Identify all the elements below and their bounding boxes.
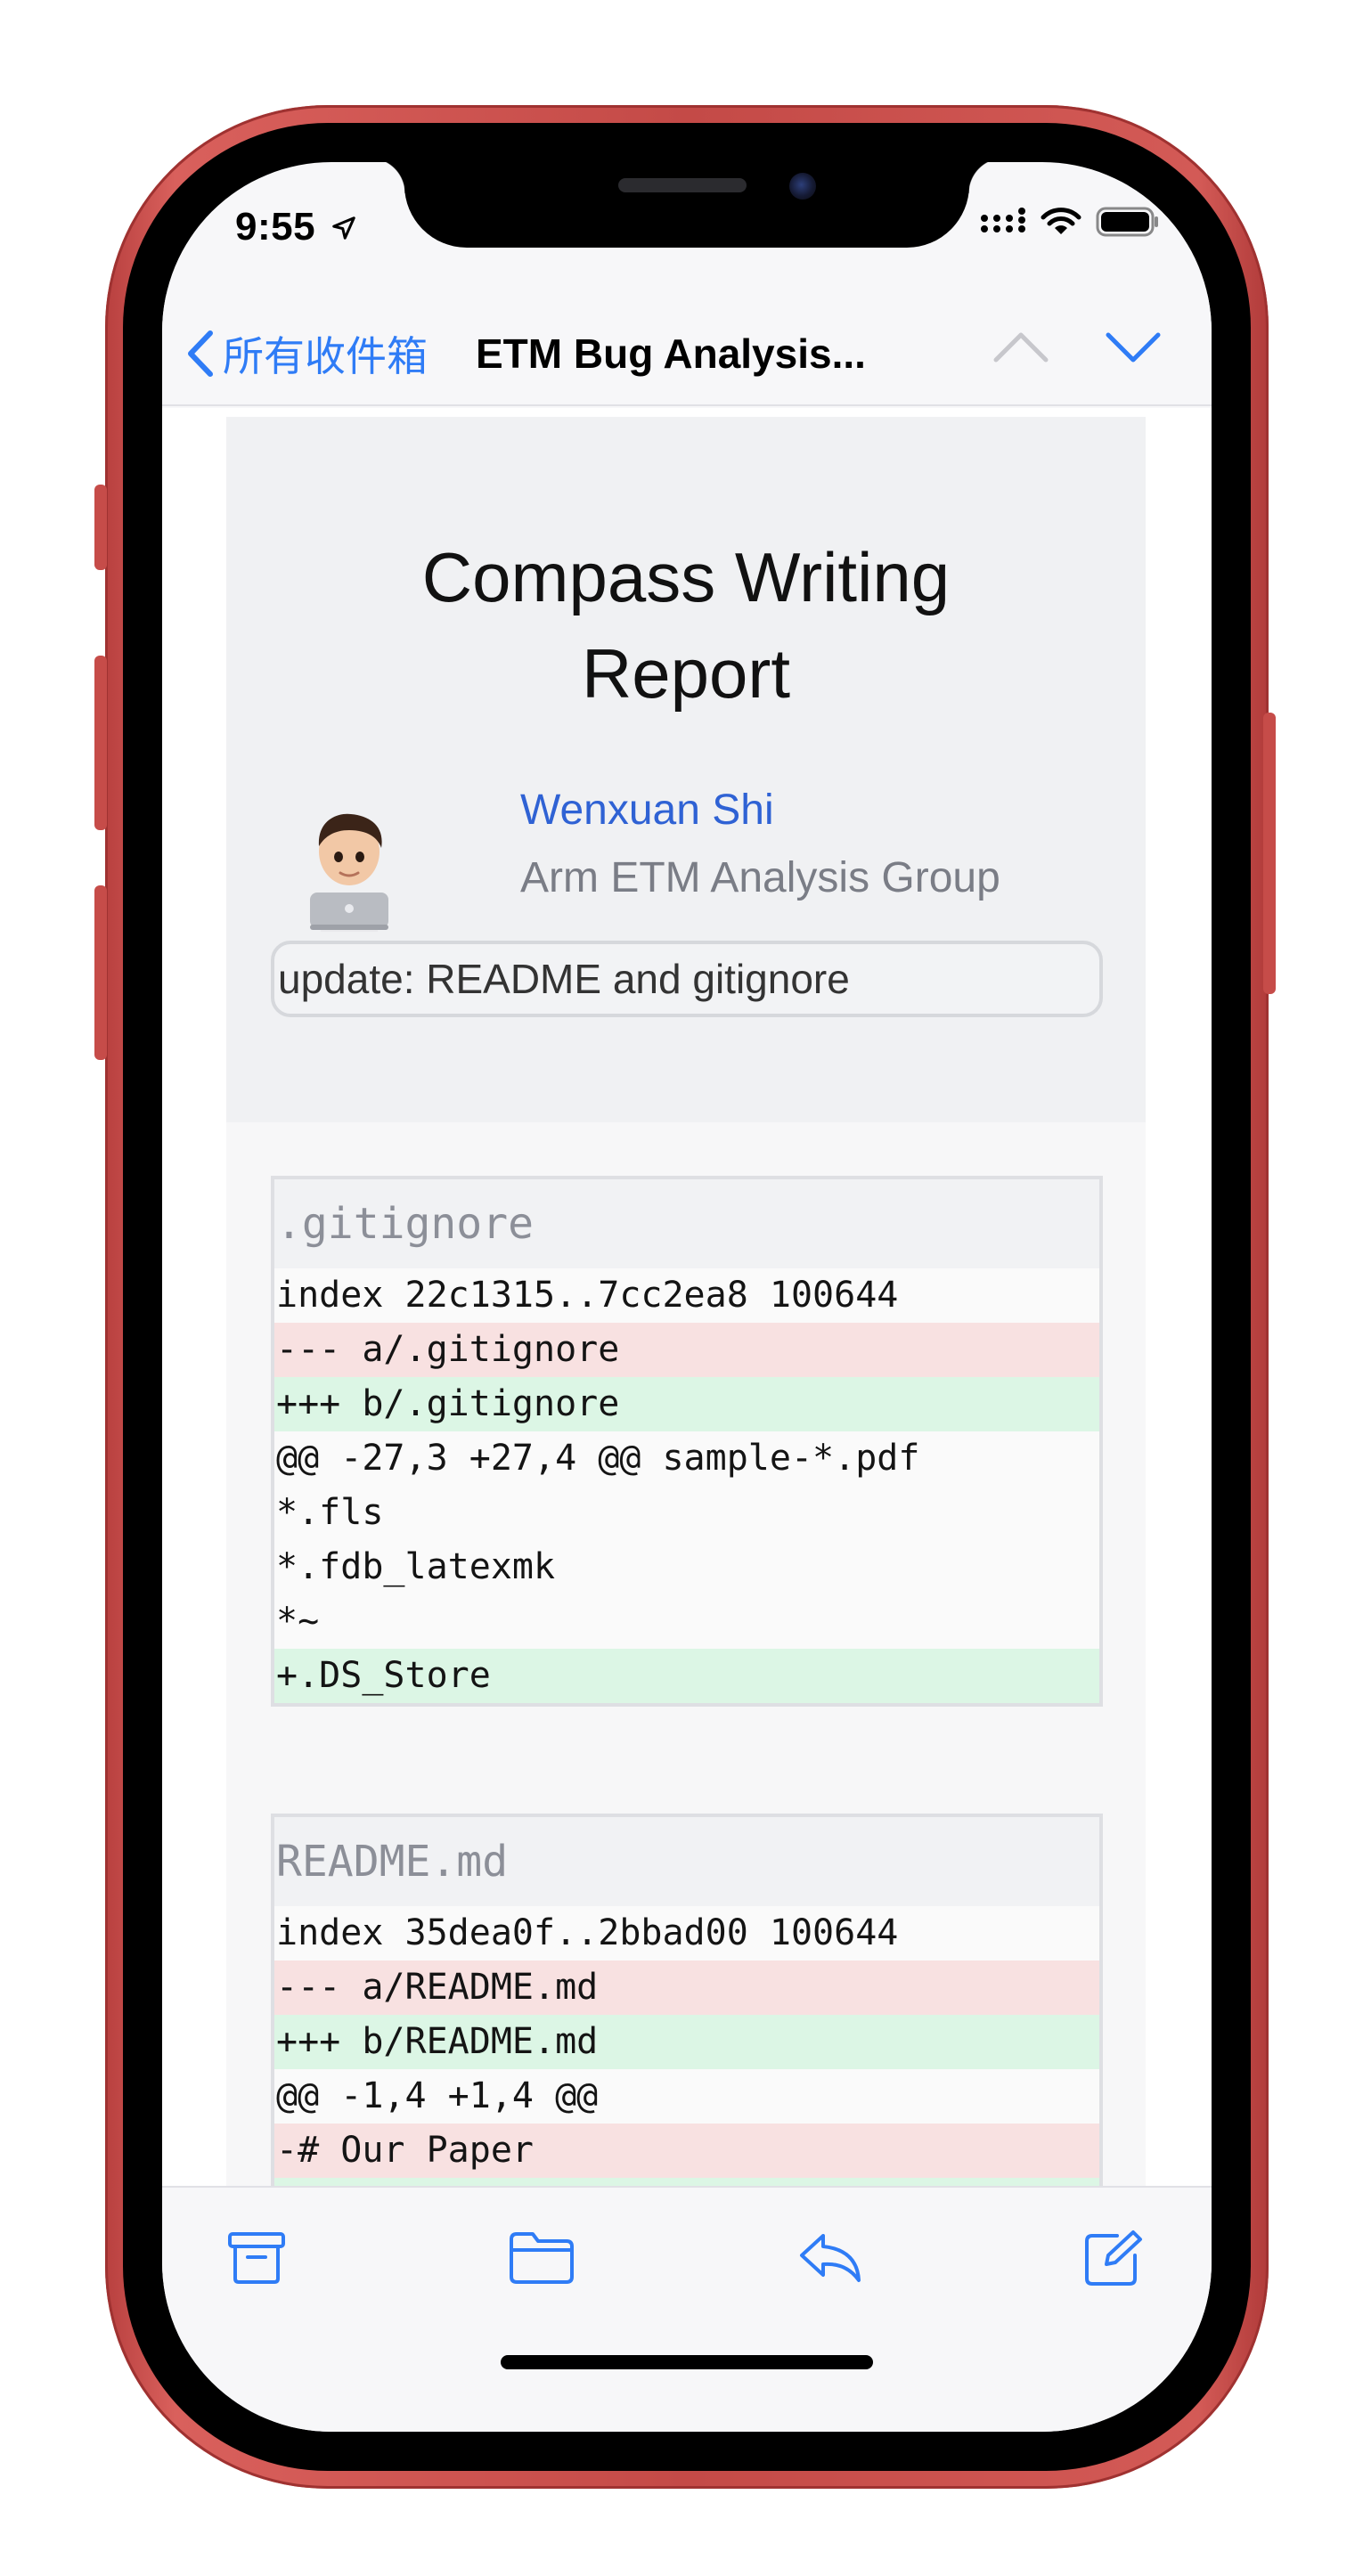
diff-line-hunk-header: @@ -1,4 +1,4 @@ bbox=[276, 2075, 599, 2116]
diff-line-context: index 35dea0f..2bbad00 100644 bbox=[276, 1912, 899, 1953]
location-arrow-icon bbox=[332, 216, 355, 240]
report-header: Compass Writing Report Wenxuan Shi Arm E… bbox=[226, 417, 1146, 1122]
thread-title: ETM Bug Analysis... bbox=[476, 330, 866, 377]
report-title-line: Compass Writing bbox=[421, 538, 951, 616]
author-name-link[interactable]: Wenxuan Shi bbox=[520, 786, 774, 835]
cellular-signal-icon bbox=[981, 208, 1025, 232]
diff-filename: README.md bbox=[274, 1817, 1099, 1906]
compose-icon[interactable] bbox=[1081, 2229, 1144, 2287]
back-button[interactable]: 所有收件箱 bbox=[185, 324, 428, 383]
mail-navigation-bar: 所有收件箱 ETM Bug Analysis... bbox=[162, 294, 1212, 406]
silent-switch bbox=[94, 485, 107, 570]
diff-line-removed: -# Our Paper bbox=[274, 2124, 1099, 2178]
folder-icon[interactable] bbox=[508, 2229, 575, 2286]
reply-icon[interactable] bbox=[796, 2229, 864, 2286]
status-time: 9:55 bbox=[235, 205, 357, 249]
status-icons bbox=[980, 207, 1160, 237]
mail-toolbar bbox=[162, 2186, 1212, 2432]
volume-down-button bbox=[94, 885, 107, 1060]
diff-line-context: *.fls bbox=[276, 1492, 384, 1533]
diff-filename: .gitignore bbox=[274, 1179, 1099, 1268]
battery-icon bbox=[1096, 207, 1158, 237]
chevron-left-icon bbox=[188, 330, 213, 377]
diff-line-context: index 22c1315..7cc2ea8 100644 bbox=[276, 1275, 899, 1316]
diff-line-added: +.DS_Store bbox=[274, 1649, 1099, 1703]
diff-line-removed: --- a/README.md bbox=[274, 1961, 1099, 2015]
diff-area: .gitignore index 22c1315..7cc2ea8 100644… bbox=[226, 1122, 1146, 2186]
diff-line-removed: --- a/.gitignore bbox=[274, 1323, 1099, 1377]
wifi-icon bbox=[1041, 208, 1081, 234]
message-body[interactable]: Compass Writing Report Wenxuan Shi Arm E… bbox=[162, 408, 1212, 2186]
diff-line-context: *~ bbox=[276, 1601, 320, 1642]
diff-block-gitignore: .gitignore index 22c1315..7cc2ea8 100644… bbox=[271, 1176, 1103, 1707]
diff-line-context: *.fdb_latexmk bbox=[276, 1546, 556, 1587]
notch bbox=[370, 162, 1004, 248]
home-indicator[interactable] bbox=[501, 2355, 873, 2369]
report-title: Compass Writing Report bbox=[226, 529, 1146, 721]
archive-icon[interactable] bbox=[226, 2229, 287, 2286]
next-message-button[interactable] bbox=[1105, 330, 1162, 365]
memoji-avatar bbox=[310, 813, 388, 932]
commit-message: update: README and gitignore bbox=[271, 941, 1103, 1017]
diff-line-hunk-header: @@ -27,3 +27,4 @@ sample-*.pdf bbox=[276, 1438, 920, 1479]
volume-up-button bbox=[94, 656, 107, 830]
diff-line-added bbox=[274, 2178, 1099, 2186]
side-button bbox=[1263, 713, 1276, 994]
previous-message-button[interactable] bbox=[992, 330, 1049, 365]
back-button-label: 所有收件箱 bbox=[223, 333, 428, 379]
diff-line-added: +++ b/.gitignore bbox=[274, 1377, 1099, 1431]
author-group: Arm ETM Analysis Group bbox=[520, 854, 1000, 901]
front-camera bbox=[789, 173, 816, 200]
phone-screen: 9:55 所有收件箱 ETM Bug Analysis... Compass W… bbox=[162, 162, 1212, 2432]
diff-line-added: +++ b/README.md bbox=[274, 2015, 1099, 2069]
earpiece-speaker bbox=[618, 178, 747, 192]
diff-block-readme: README.md index 35dea0f..2bbad00 100644 … bbox=[271, 1814, 1103, 2186]
report-title-line: Report bbox=[581, 634, 791, 713]
